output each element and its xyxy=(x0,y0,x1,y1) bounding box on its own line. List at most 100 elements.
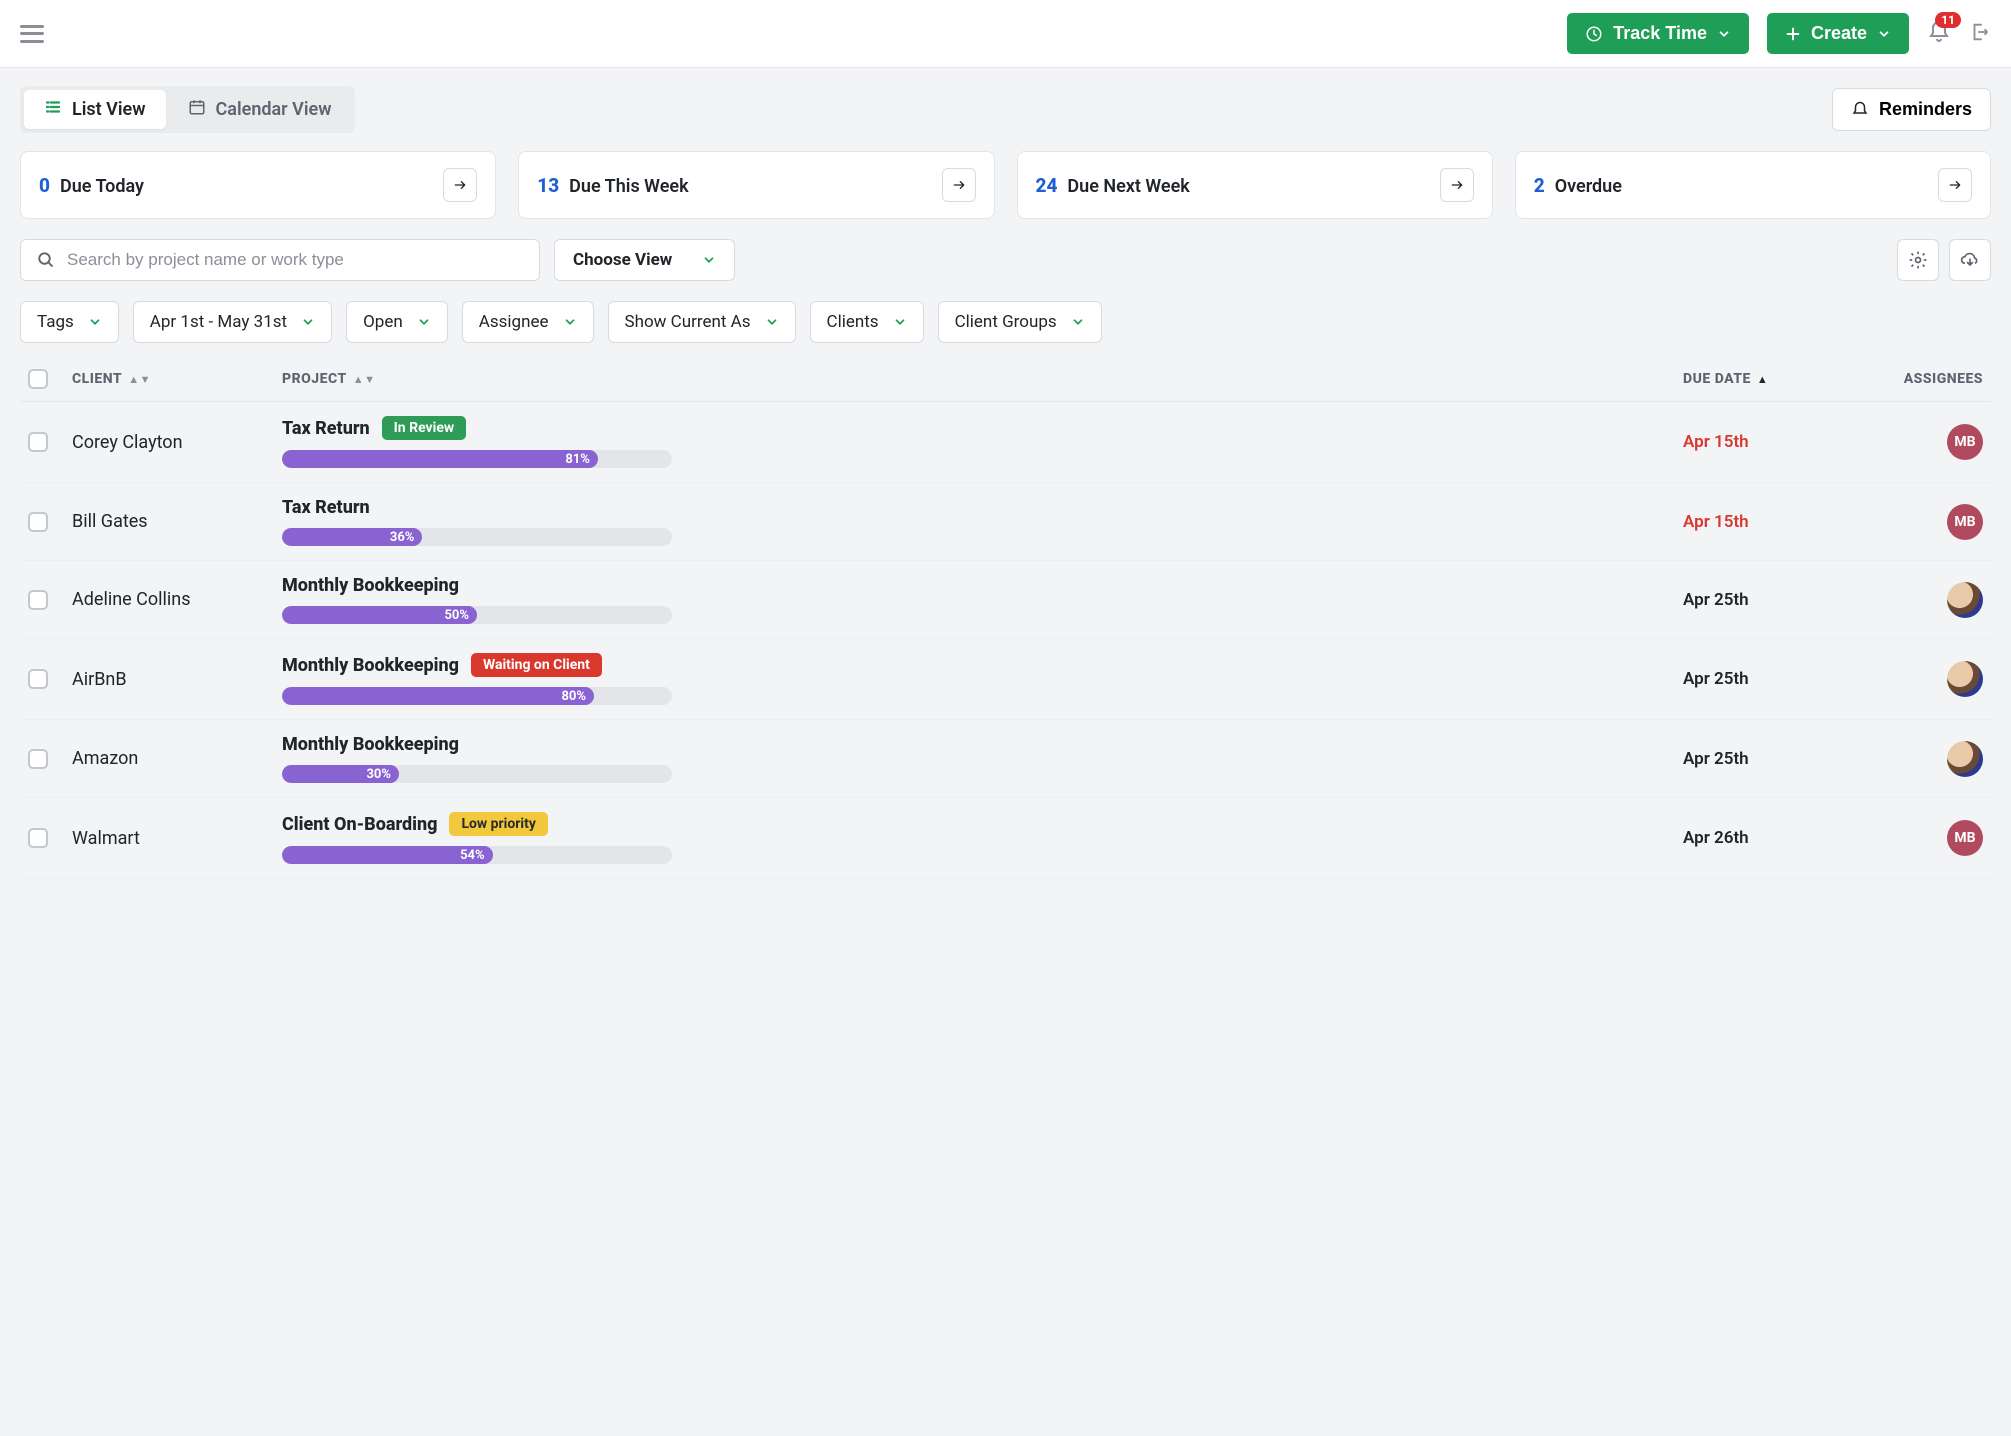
column-header-client[interactable]: CLIENT ▲▼ xyxy=(72,371,282,387)
summary-label: Overdue xyxy=(1555,176,1622,197)
chevron-down-icon xyxy=(1717,27,1731,41)
due-date: Apr 25th xyxy=(1683,749,1749,769)
arrow-right-button[interactable] xyxy=(1938,168,1972,202)
summary-cards: 0Due Today 13Due This Week 24 Due Next Week… xyxy=(20,151,1991,219)
track-time-label: Track Time xyxy=(1613,23,1707,44)
choose-view-dropdown[interactable]: Choose View xyxy=(554,239,735,281)
due-date: Apr 25th xyxy=(1683,590,1749,610)
search-input[interactable] xyxy=(67,250,523,270)
assignee-avatar[interactable] xyxy=(1947,741,1983,777)
row-checkbox[interactable] xyxy=(28,590,48,610)
filter-chip[interactable]: Show Current As xyxy=(608,301,796,343)
table-header: CLIENT ▲▼ PROJECT ▲▼ DUE DATE ▲ ASSIGNEE… xyxy=(20,357,1991,402)
row-checkbox[interactable] xyxy=(28,749,48,769)
client-name: Walmart xyxy=(72,828,140,849)
progress-fill: 54% xyxy=(282,846,493,864)
reminders-label: Reminders xyxy=(1879,99,1972,120)
progress-bar: 50% xyxy=(282,606,672,624)
chevron-down-icon xyxy=(893,315,907,329)
summary-count: 2 xyxy=(1534,174,1545,197)
chevron-down-icon xyxy=(563,315,577,329)
table-row[interactable]: Adeline CollinsMonthly Bookkeeping50%Apr… xyxy=(20,561,1991,639)
notification-badge: 11 xyxy=(1935,12,1961,28)
arrow-right-button[interactable] xyxy=(942,168,976,202)
assignee-avatar[interactable]: MB xyxy=(1947,820,1983,856)
column-header-project[interactable]: PROJECT ▲▼ xyxy=(282,371,1683,387)
cloud-download-icon xyxy=(1960,250,1980,270)
search-field[interactable] xyxy=(20,239,540,281)
logout-icon xyxy=(1969,21,1991,43)
chevron-down-icon xyxy=(301,315,315,329)
progress-bar: 36% xyxy=(282,528,672,546)
chevron-down-icon xyxy=(1071,315,1085,329)
summary-count: 24 xyxy=(1036,174,1058,197)
sort-icon: ▲▼ xyxy=(128,374,151,385)
client-name: Bill Gates xyxy=(72,511,148,532)
row-checkbox[interactable] xyxy=(28,828,48,848)
notifications-button[interactable]: 11 xyxy=(1927,20,1951,48)
progress-bar: 80% xyxy=(282,687,672,705)
client-name: AirBnB xyxy=(72,669,127,690)
export-button[interactable] xyxy=(1949,239,1991,281)
menu-icon[interactable] xyxy=(20,25,44,43)
filter-label: Clients xyxy=(827,312,879,332)
filter-chip[interactable]: Client Groups xyxy=(938,301,1102,343)
view-tabs: List View Calendar View xyxy=(20,86,355,133)
assignee-avatar[interactable] xyxy=(1947,582,1983,618)
table-body: Corey ClaytonTax ReturnIn Review81%Apr 1… xyxy=(20,402,1991,879)
table-row[interactable]: Corey ClaytonTax ReturnIn Review81%Apr 1… xyxy=(20,402,1991,483)
filter-label: Show Current As xyxy=(625,312,751,332)
project-title: Monthly Bookkeeping xyxy=(282,575,459,596)
summary-label: Due Next Week xyxy=(1067,176,1189,197)
progress-fill: 30% xyxy=(282,765,399,783)
settings-button[interactable] xyxy=(1897,239,1939,281)
table-row[interactable]: Bill GatesTax Return36%Apr 15thMB xyxy=(20,483,1991,561)
select-all-checkbox[interactable] xyxy=(28,369,48,389)
row-checkbox[interactable] xyxy=(28,512,48,532)
assignee-avatar[interactable] xyxy=(1947,661,1983,697)
summary-count: 0 xyxy=(39,174,50,197)
summary-card[interactable]: 13Due This Week xyxy=(518,151,994,219)
due-date: Apr 15th xyxy=(1683,432,1749,452)
row-checkbox[interactable] xyxy=(28,669,48,689)
progress-fill: 80% xyxy=(282,687,594,705)
reminders-button[interactable]: Reminders xyxy=(1832,88,1991,131)
plus-icon xyxy=(1785,26,1801,42)
table-row[interactable]: WalmartClient On-BoardingLow priority54%… xyxy=(20,798,1991,879)
track-time-button[interactable]: Track Time xyxy=(1567,13,1749,54)
assignee-avatar[interactable]: MB xyxy=(1947,424,1983,460)
filter-chip[interactable]: Assignee xyxy=(462,301,594,343)
choose-view-label: Choose View xyxy=(573,250,672,270)
column-header-due-date[interactable]: DUE DATE ▲ xyxy=(1683,371,1863,387)
summary-card[interactable]: 2 Overdue xyxy=(1515,151,1991,219)
row-checkbox[interactable] xyxy=(28,432,48,452)
filter-chip[interactable]: Tags xyxy=(20,301,119,343)
progress-bar: 81% xyxy=(282,450,672,468)
bell-icon xyxy=(1851,101,1869,119)
filter-chip[interactable]: Apr 1st - May 31st xyxy=(133,301,332,343)
tab-calendar-view[interactable]: Calendar View xyxy=(168,90,352,129)
table-row[interactable]: AmazonMonthly Bookkeeping30%Apr 25th xyxy=(20,720,1991,798)
tab-list-view[interactable]: List View xyxy=(24,90,166,129)
due-date: Apr 25th xyxy=(1683,669,1749,689)
filter-chip[interactable]: Clients xyxy=(810,301,924,343)
summary-card[interactable]: 0Due Today xyxy=(20,151,496,219)
logout-button[interactable] xyxy=(1969,21,1991,47)
arrow-right-button[interactable] xyxy=(1440,168,1474,202)
gear-icon xyxy=(1908,250,1928,270)
assignee-avatar[interactable]: MB xyxy=(1947,504,1983,540)
chevron-down-icon xyxy=(1877,27,1891,41)
table-row[interactable]: AirBnBMonthly BookkeepingWaiting on Clie… xyxy=(20,639,1991,720)
chevron-down-icon xyxy=(765,315,779,329)
project-title: Tax Return xyxy=(282,497,370,518)
create-button[interactable]: Create xyxy=(1767,13,1909,54)
arrow-right-icon xyxy=(452,177,468,193)
arrow-right-button[interactable] xyxy=(443,168,477,202)
sort-asc-icon: ▲ xyxy=(1757,374,1768,385)
filter-label: Assignee xyxy=(479,312,549,332)
summary-card[interactable]: 24 Due Next Week xyxy=(1017,151,1493,219)
status-badge: Waiting on Client xyxy=(471,653,602,677)
filter-chip[interactable]: Open xyxy=(346,301,448,343)
column-header-assignees: ASSIGNEES xyxy=(1863,371,1983,387)
project-title: Client On-Boarding xyxy=(282,814,437,835)
